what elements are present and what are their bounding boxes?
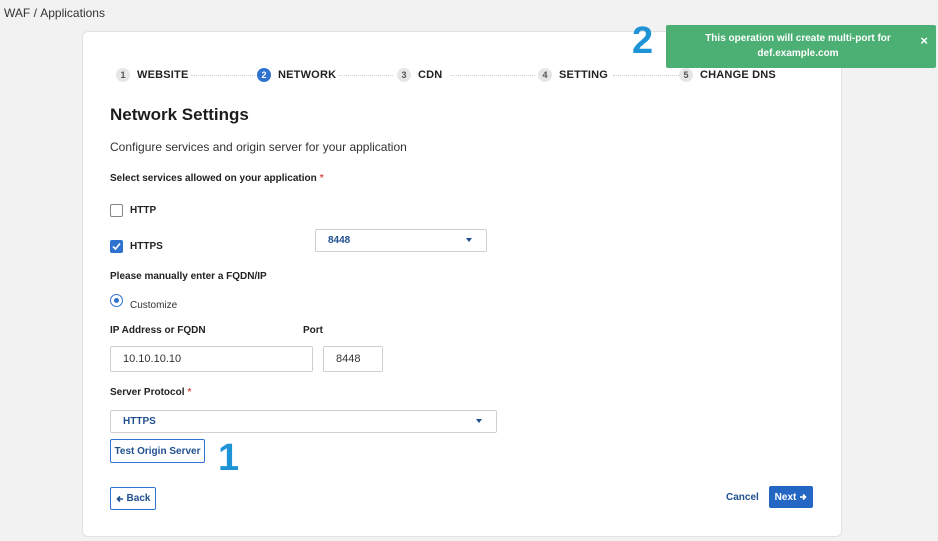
step-network[interactable]: 2 NETWORK	[257, 68, 336, 82]
required-mark: *	[319, 173, 324, 184]
step-connector	[451, 75, 535, 76]
step-number: 1	[116, 68, 130, 82]
annotation-marker-2: 2	[632, 20, 654, 62]
chevron-down-icon	[476, 419, 482, 423]
arrow-right-icon	[800, 493, 807, 501]
ip-address-label: IP Address or FQDN	[110, 325, 206, 336]
back-label: Back	[126, 493, 151, 504]
check-icon	[112, 242, 121, 251]
step-setting[interactable]: 4 SETTING	[538, 68, 608, 82]
next-button[interactable]: Next	[769, 486, 813, 508]
page-subtitle: Configure services and origin server for…	[110, 140, 407, 154]
step-number: 2	[257, 68, 271, 82]
info-toast: This operation will create multi-port fo…	[666, 25, 936, 68]
step-connector	[191, 75, 255, 76]
step-label: CHANGE DNS	[700, 69, 776, 81]
network-settings-card: 1 WEBSITE 2 NETWORK 3 CDN 4 SETTING 5 CH…	[82, 31, 842, 537]
customize-radio[interactable]	[110, 294, 123, 307]
chevron-down-icon	[466, 238, 472, 242]
step-change-dns[interactable]: 5 CHANGE DNS	[679, 68, 776, 82]
step-label: WEBSITE	[137, 69, 189, 81]
ip-address-value: 10.10.10.10	[123, 353, 182, 365]
port-input[interactable]: 8448	[323, 346, 383, 372]
https-checkbox[interactable]	[110, 240, 123, 253]
http-checkbox[interactable]	[110, 204, 123, 217]
toast-message: This operation will create multi-port fo…	[705, 33, 891, 59]
step-website[interactable]: 1 WEBSITE	[116, 68, 189, 82]
breadcrumb-root[interactable]: WAF	[4, 6, 30, 20]
back-button[interactable]: Back	[110, 487, 156, 510]
annotation-marker-1: 1	[218, 437, 240, 479]
radio-dot	[114, 298, 119, 303]
step-connector	[339, 75, 393, 76]
https-label: HTTPS	[130, 241, 163, 252]
services-label: Select services allowed on your applicat…	[110, 173, 324, 184]
server-protocol-label-text: Server Protocol	[110, 387, 185, 398]
step-label: NETWORK	[278, 69, 337, 81]
breadcrumb: WAF / Applications	[4, 6, 105, 20]
next-label: Next	[774, 491, 797, 503]
step-number: 4	[538, 68, 552, 82]
port-label: Port	[303, 325, 323, 336]
port-value: 8448	[336, 353, 361, 365]
step-number: 5	[679, 68, 693, 82]
step-label: CDN	[418, 69, 443, 81]
server-protocol-value: HTTPS	[123, 416, 156, 427]
test-origin-server-button[interactable]: Test Origin Server	[110, 439, 205, 463]
close-icon[interactable]: ×	[920, 33, 928, 48]
services-label-text: Select services allowed on your applicat…	[110, 173, 317, 184]
customize-label: Customize	[130, 300, 178, 311]
http-label: HTTP	[130, 205, 157, 216]
breadcrumb-current: Applications	[40, 6, 105, 20]
https-port-select[interactable]: 8448	[315, 229, 487, 252]
https-port-value: 8448	[328, 235, 351, 246]
breadcrumb-separator: /	[33, 6, 37, 20]
step-cdn[interactable]: 3 CDN	[397, 68, 442, 82]
server-protocol-select[interactable]: HTTPS	[110, 410, 497, 433]
server-protocol-label: Server Protocol *	[110, 387, 191, 398]
page-title: Network Settings	[110, 105, 249, 124]
step-connector	[613, 75, 679, 76]
fqdn-label: Please manually enter a FQDN/IP	[110, 271, 267, 282]
step-number: 3	[397, 68, 411, 82]
arrow-left-icon	[115, 495, 123, 502]
ip-address-input[interactable]: 10.10.10.10	[110, 346, 313, 372]
cancel-link[interactable]: Cancel	[726, 492, 759, 503]
step-label: SETTING	[559, 69, 609, 81]
required-mark: *	[187, 387, 192, 398]
